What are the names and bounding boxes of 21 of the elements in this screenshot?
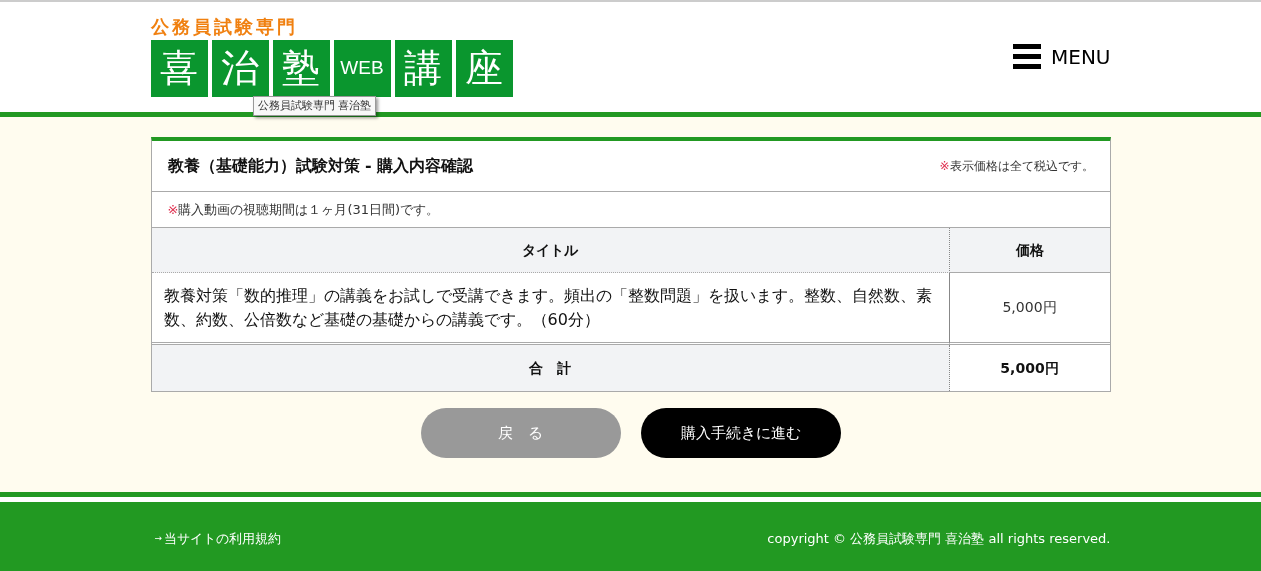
column-header: 価格 (949, 228, 1110, 273)
logo-tile: 講 (394, 40, 452, 97)
logo-tile: 治 (211, 40, 269, 97)
logo-tile: WEB (333, 40, 391, 97)
proceed-button[interactable]: 購入手続きに進む (640, 408, 841, 458)
total-label: 合 計 (151, 345, 950, 391)
period-note: ※購入動画の視聴期間は１ヶ月(31日間)です。 (167, 200, 440, 219)
logo-caption: 公務員試験専門 (150, 16, 299, 38)
menu-button[interactable]: MENU (1013, 42, 1111, 72)
table-cell: 5,000円 (949, 273, 1110, 345)
column-header: タイトル (151, 228, 950, 273)
logo-tile: 喜 (150, 40, 208, 97)
logo-tooltip: 公務員試験専門 喜治塾 (252, 96, 376, 116)
logo-tile: 塾 (272, 40, 330, 97)
tax-note: ※表示価格は全て税込です。 (939, 158, 1094, 175)
terms-link[interactable]: →当サイトの利用規約 (154, 528, 282, 549)
menu-icon (1013, 44, 1041, 70)
logo-tile: 座 (455, 40, 513, 97)
panel-title: 教養（基礎能力）試験対策 - 購入内容確認 (167, 155, 474, 177)
copyright: copyright © 公務員試験専門 喜治塾 all rights reserved. (767, 529, 1111, 548)
total-value: 5,000円 (999, 358, 1060, 378)
